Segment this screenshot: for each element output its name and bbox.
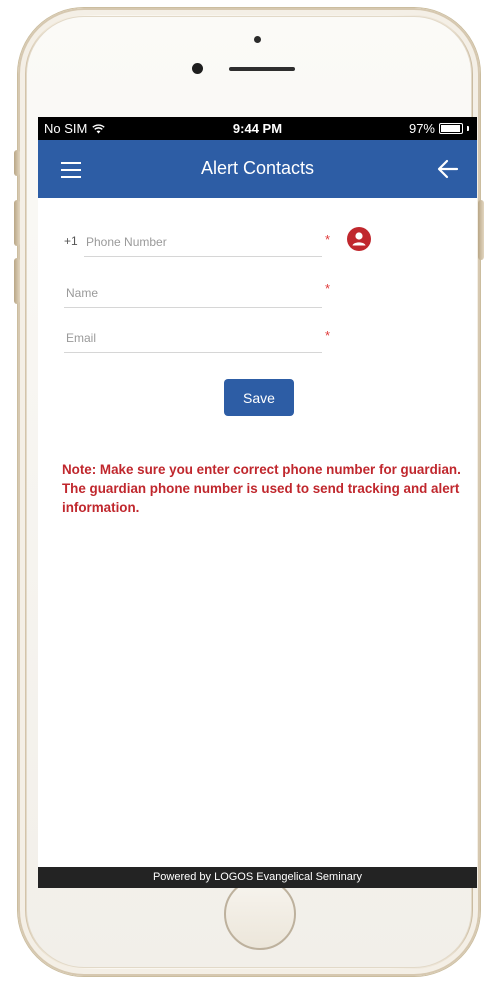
country-code: +1: [64, 234, 78, 248]
phone-number-field[interactable]: Phone Number: [84, 222, 322, 257]
status-bar: No SIM 9:44 PM 97%: [38, 117, 477, 140]
name-required-marker: *: [325, 281, 331, 296]
page-title: Alert Contacts: [200, 158, 315, 178]
contact-picker-icon[interactable]: [347, 227, 371, 251]
guardian-note: Note: Make sure you enter correct phone …: [62, 462, 461, 515]
app-header: Alert Contacts: [38, 140, 477, 198]
volume-down-button: [14, 258, 20, 304]
proximity-sensor: [254, 36, 261, 43]
front-camera: [192, 63, 203, 74]
battery-percent: 97%: [408, 121, 435, 136]
power-button: [478, 200, 484, 260]
save-button[interactable]: Save: [224, 379, 294, 416]
volume-up-button: [14, 200, 20, 246]
mute-switch: [14, 150, 20, 176]
name-placeholder: Name: [66, 286, 99, 300]
battery-tip: [467, 126, 469, 131]
phone-number-placeholder: Phone Number: [86, 235, 167, 249]
home-button[interactable]: [224, 878, 296, 950]
email-field[interactable]: Email: [64, 318, 322, 353]
earpiece-speaker: [229, 67, 295, 71]
name-field[interactable]: Name: [64, 273, 322, 308]
phone-required-marker: *: [325, 232, 331, 247]
email-placeholder: Email: [66, 331, 97, 345]
email-required-marker: *: [325, 328, 331, 343]
battery-icon: [439, 123, 463, 134]
back-arrow-icon[interactable]: [435, 156, 461, 182]
battery-group: 97%: [409, 121, 469, 136]
app-screen: No SIM 9:44 PM 97% Alert Contacts +1 Pho…: [38, 117, 477, 888]
footer-credit: Powered by LOGOS Evangelical Seminary: [38, 867, 477, 888]
